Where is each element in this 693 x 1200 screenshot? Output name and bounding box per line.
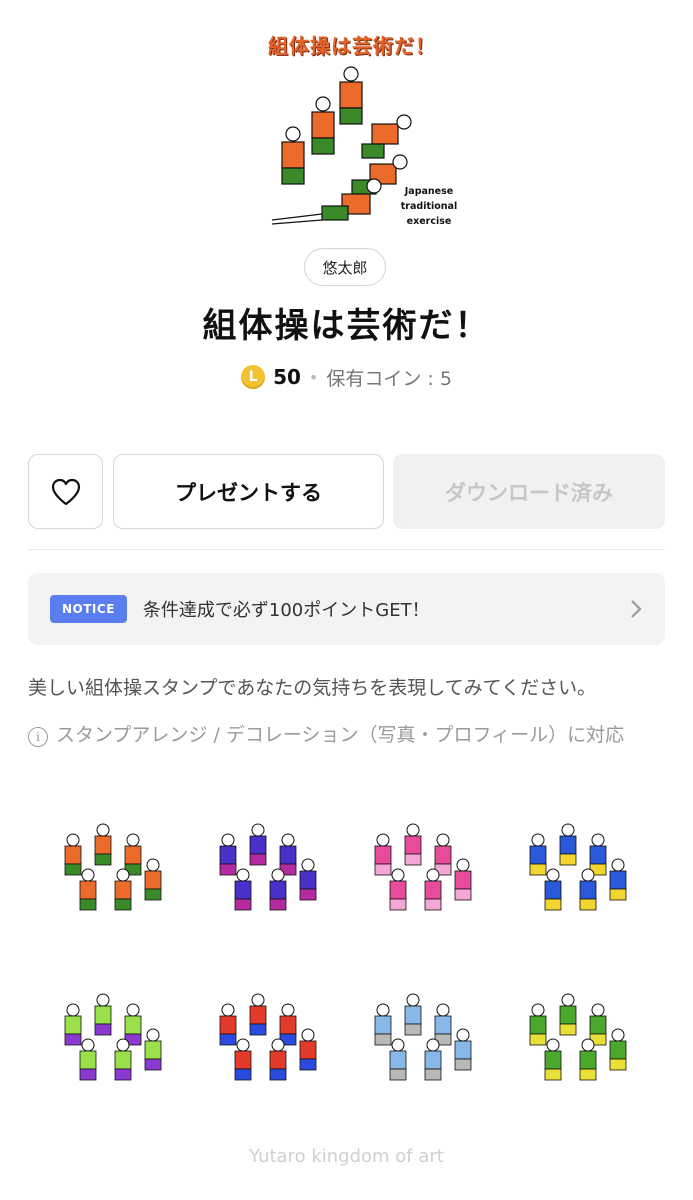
divider (28, 549, 665, 550)
notice-badge: NOTICE (50, 595, 127, 623)
owned-coins: 保有コイン : 5 (326, 367, 452, 390)
copyright-footer: Yutaro kingdom of art (249, 1146, 444, 1167)
sticker-item[interactable] (195, 980, 335, 1105)
line-coin-icon: L (241, 365, 266, 389)
sticker-item[interactable] (350, 980, 490, 1105)
feature-info-text: スタンプアレンジ / デコレーション（写真・プロフィール）に対応 (56, 724, 625, 746)
gift-button[interactable]: プレゼントする (113, 454, 384, 529)
sticker-image (64, 823, 162, 911)
sticker-item[interactable] (195, 810, 335, 935)
notice-text: 条件達成で必ず100ポイントGET！ (142, 600, 430, 621)
product-thumbnail: 組体操は芸術だ！ Japanese traditional exercise (252, 24, 457, 234)
info-icon: i (28, 727, 48, 747)
sticker-item[interactable] (350, 810, 490, 935)
sticker-image (374, 823, 472, 911)
sticker-image (219, 993, 317, 1081)
heart-icon (51, 478, 80, 505)
sticker-item[interactable] (40, 980, 180, 1105)
sticker-image (374, 993, 472, 1081)
sticker-image (529, 823, 627, 911)
sticker-image (64, 993, 162, 1081)
like-button[interactable] (28, 454, 103, 529)
sticker-image (529, 993, 627, 1081)
author-chip[interactable]: 悠太郎 (304, 248, 386, 286)
sticker-item[interactable] (505, 810, 645, 935)
download-button: ダウンロード済み (393, 454, 665, 529)
thumbnail-caption: Japanese traditional exercise (400, 186, 458, 227)
price-row: L 50 • 保有コイン : 5 (0, 362, 693, 392)
description: 美しい組体操スタンプであなたの気持ちを表現してみてください。 (28, 677, 597, 699)
notice-banner[interactable]: NOTICE 条件達成で必ず100ポイントGET！ (28, 573, 665, 645)
sticker-item[interactable] (40, 810, 180, 935)
separator-dot: • (308, 367, 319, 387)
sticker-grid (40, 810, 660, 1110)
page-title: 組体操は芸術だ！ (202, 306, 491, 346)
price: 50 (273, 365, 301, 389)
chevron-right-icon (631, 600, 642, 618)
sticker-item[interactable] (505, 980, 645, 1105)
feature-info: i スタンプアレンジ / デコレーション（写真・プロフィール）に対応 (28, 723, 668, 747)
sticker-image (219, 823, 317, 911)
